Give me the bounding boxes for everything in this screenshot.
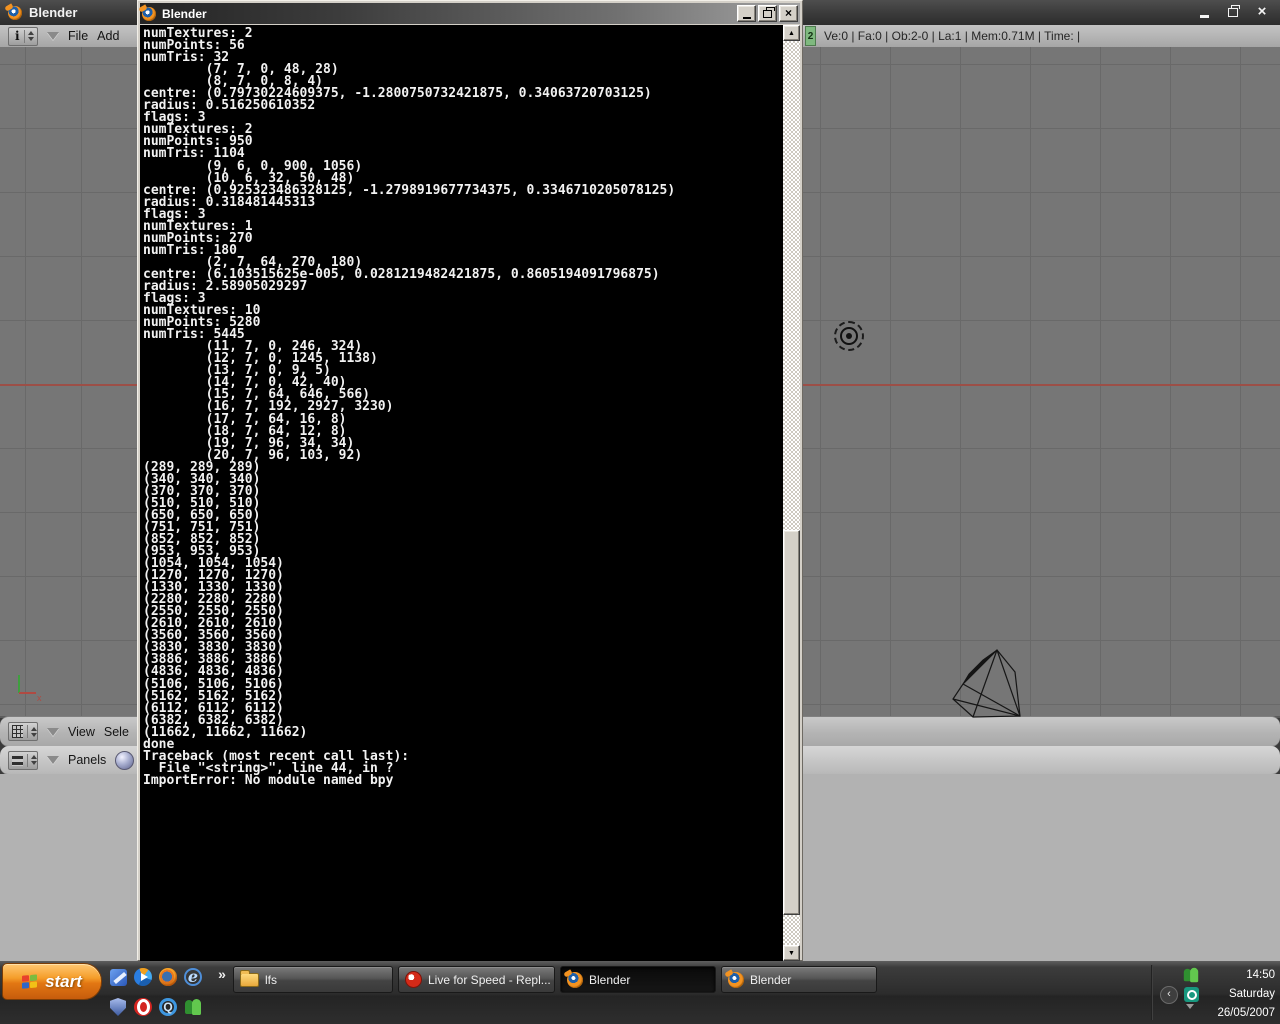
minimize-button[interactable]	[1194, 4, 1214, 20]
opera-icon	[134, 998, 152, 1016]
viewport-axis-gizmo: x	[18, 675, 42, 703]
info-window-icon: i	[15, 29, 20, 43]
restore-icon	[1228, 4, 1240, 17]
task-label: lfs	[265, 972, 277, 987]
x-axis-line	[803, 384, 1280, 386]
blender-icon	[567, 971, 583, 988]
console-scrollbar[interactable]: ▲ ▼	[783, 25, 800, 961]
minimize-button[interactable]	[737, 5, 756, 22]
menu-file[interactable]: File	[68, 29, 88, 43]
tray-collapse-chevron[interactable]: ‹	[1160, 986, 1178, 1004]
window-type-button[interactable]: i	[8, 26, 38, 46]
console-output: numTextures: 2 numPoints: 56 numTris: 32…	[143, 26, 676, 788]
start-label: start	[45, 971, 82, 991]
wireframe-mesh-object	[952, 649, 1021, 718]
shading-sphere-icon[interactable]	[115, 750, 135, 770]
task-label: Blender	[589, 972, 631, 987]
cursor-3d-icon	[834, 321, 864, 351]
scroll-up-button[interactable]: ▲	[783, 25, 800, 41]
taskbar-button-blender-console[interactable]: Blender	[560, 966, 716, 993]
console-window: Blender × numTextures: 2 numPoints: 56 n…	[137, 0, 803, 961]
minimize-icon	[1199, 14, 1209, 18]
blender-logo-icon	[142, 6, 156, 21]
scene-badge[interactable]: 2	[805, 26, 816, 46]
menu-panels[interactable]: Panels	[68, 753, 106, 767]
grid-view-icon	[12, 725, 23, 738]
panels-icon	[12, 754, 23, 766]
scroll-down-icon: ▼	[788, 949, 795, 957]
scroll-up-icon: ▲	[788, 29, 795, 37]
shield-icon	[110, 998, 126, 1016]
clock-time: 14:50	[1246, 969, 1275, 981]
x-axis-line	[0, 384, 137, 386]
quicklaunch-messenger-icon[interactable]	[183, 997, 203, 1017]
chevron-more-icon: »	[218, 966, 226, 982]
spinner-icon	[27, 753, 37, 767]
spinner-icon	[27, 725, 37, 738]
media-player-icon	[134, 968, 152, 986]
menu-collapse-icon[interactable]	[47, 32, 59, 40]
blender-logo-icon	[8, 5, 22, 20]
scrollbar-thumb[interactable]	[783, 530, 800, 915]
tray-separator	[1151, 965, 1153, 1020]
quicklaunch-firefox-icon[interactable]	[158, 967, 178, 987]
messenger-icon	[184, 998, 202, 1016]
blender-main-title: Blender	[29, 5, 78, 20]
buttons-type-button[interactable]	[8, 750, 38, 770]
quicklaunch-shield-icon[interactable]	[108, 997, 128, 1017]
taskbar-button-live-for-speed[interactable]: Live for Speed - Repl...	[398, 966, 555, 993]
spinner-icon	[23, 29, 34, 43]
viewport-3d-right[interactable]	[803, 47, 1280, 718]
close-button[interactable]: ×	[1252, 4, 1272, 20]
menu-view[interactable]: View	[68, 725, 95, 739]
tray-clock[interactable]: 14:50 Saturday 26/05/2007	[1187, 966, 1275, 1023]
menu-add[interactable]: Add	[97, 29, 119, 43]
menu-select[interactable]: Sele	[104, 725, 129, 739]
close-icon: ×	[1257, 3, 1267, 20]
start-button[interactable]: start	[2, 963, 102, 1000]
quicklaunch-overflow-chevron[interactable]: »	[212, 964, 232, 984]
console-title: Blender	[162, 6, 207, 21]
taskbar-button-blender[interactable]: Blender	[721, 966, 877, 993]
quicklaunch-quicktime-icon[interactable]: Q	[158, 997, 178, 1017]
screen: Blender × i File Add 2 Ve:0 | Fa:0 | Ob:…	[0, 0, 1280, 1024]
quicklaunch-media-player-icon[interactable]	[133, 967, 153, 987]
restore-button[interactable]	[758, 5, 777, 22]
menu-collapse-icon[interactable]	[47, 756, 59, 764]
movie-maker-icon	[109, 968, 127, 986]
firefox-icon	[159, 968, 177, 986]
svg-text:x: x	[37, 693, 42, 703]
internet-explorer-icon: e	[184, 968, 202, 986]
task-label: Live for Speed - Repl...	[428, 972, 551, 987]
scene-stats: Ve:0 | Fa:0 | Ob:2-0 | La:1 | Mem:0.71M …	[824, 29, 1081, 43]
clock-day: Saturday	[1228, 988, 1275, 1000]
minimize-icon	[742, 17, 751, 19]
viewport-type-button[interactable]	[8, 722, 38, 741]
close-button[interactable]: ×	[779, 5, 798, 22]
restore-icon	[763, 6, 775, 18]
quicklaunch-internet-explorer-icon[interactable]: e	[183, 967, 203, 987]
close-icon: ×	[784, 6, 792, 20]
quicklaunch-opera-icon[interactable]	[133, 997, 153, 1017]
windows-flag-icon	[22, 973, 39, 990]
console-body[interactable]: numTextures: 2 numPoints: 56 numTris: 32…	[140, 25, 800, 961]
clock-date: 26/05/2007	[1217, 1007, 1275, 1019]
quicklaunch-movie-maker-icon[interactable]	[108, 967, 128, 987]
task-label: Blender	[750, 972, 792, 987]
console-titlebar[interactable]: Blender ×	[140, 3, 800, 24]
taskbar: start e » Q lfs Live for Speed - Repl...…	[0, 961, 1280, 1024]
quicktime-icon: Q	[159, 998, 177, 1016]
viewport-3d-left[interactable]: x	[0, 47, 137, 718]
folder-icon	[240, 969, 259, 987]
taskbar-button-lfs[interactable]: lfs	[233, 966, 393, 993]
scroll-down-button[interactable]: ▼	[783, 945, 800, 961]
restore-button[interactable]	[1223, 4, 1243, 20]
blender-icon	[728, 971, 744, 988]
menu-collapse-icon[interactable]	[47, 727, 59, 736]
live-for-speed-icon	[405, 971, 422, 988]
